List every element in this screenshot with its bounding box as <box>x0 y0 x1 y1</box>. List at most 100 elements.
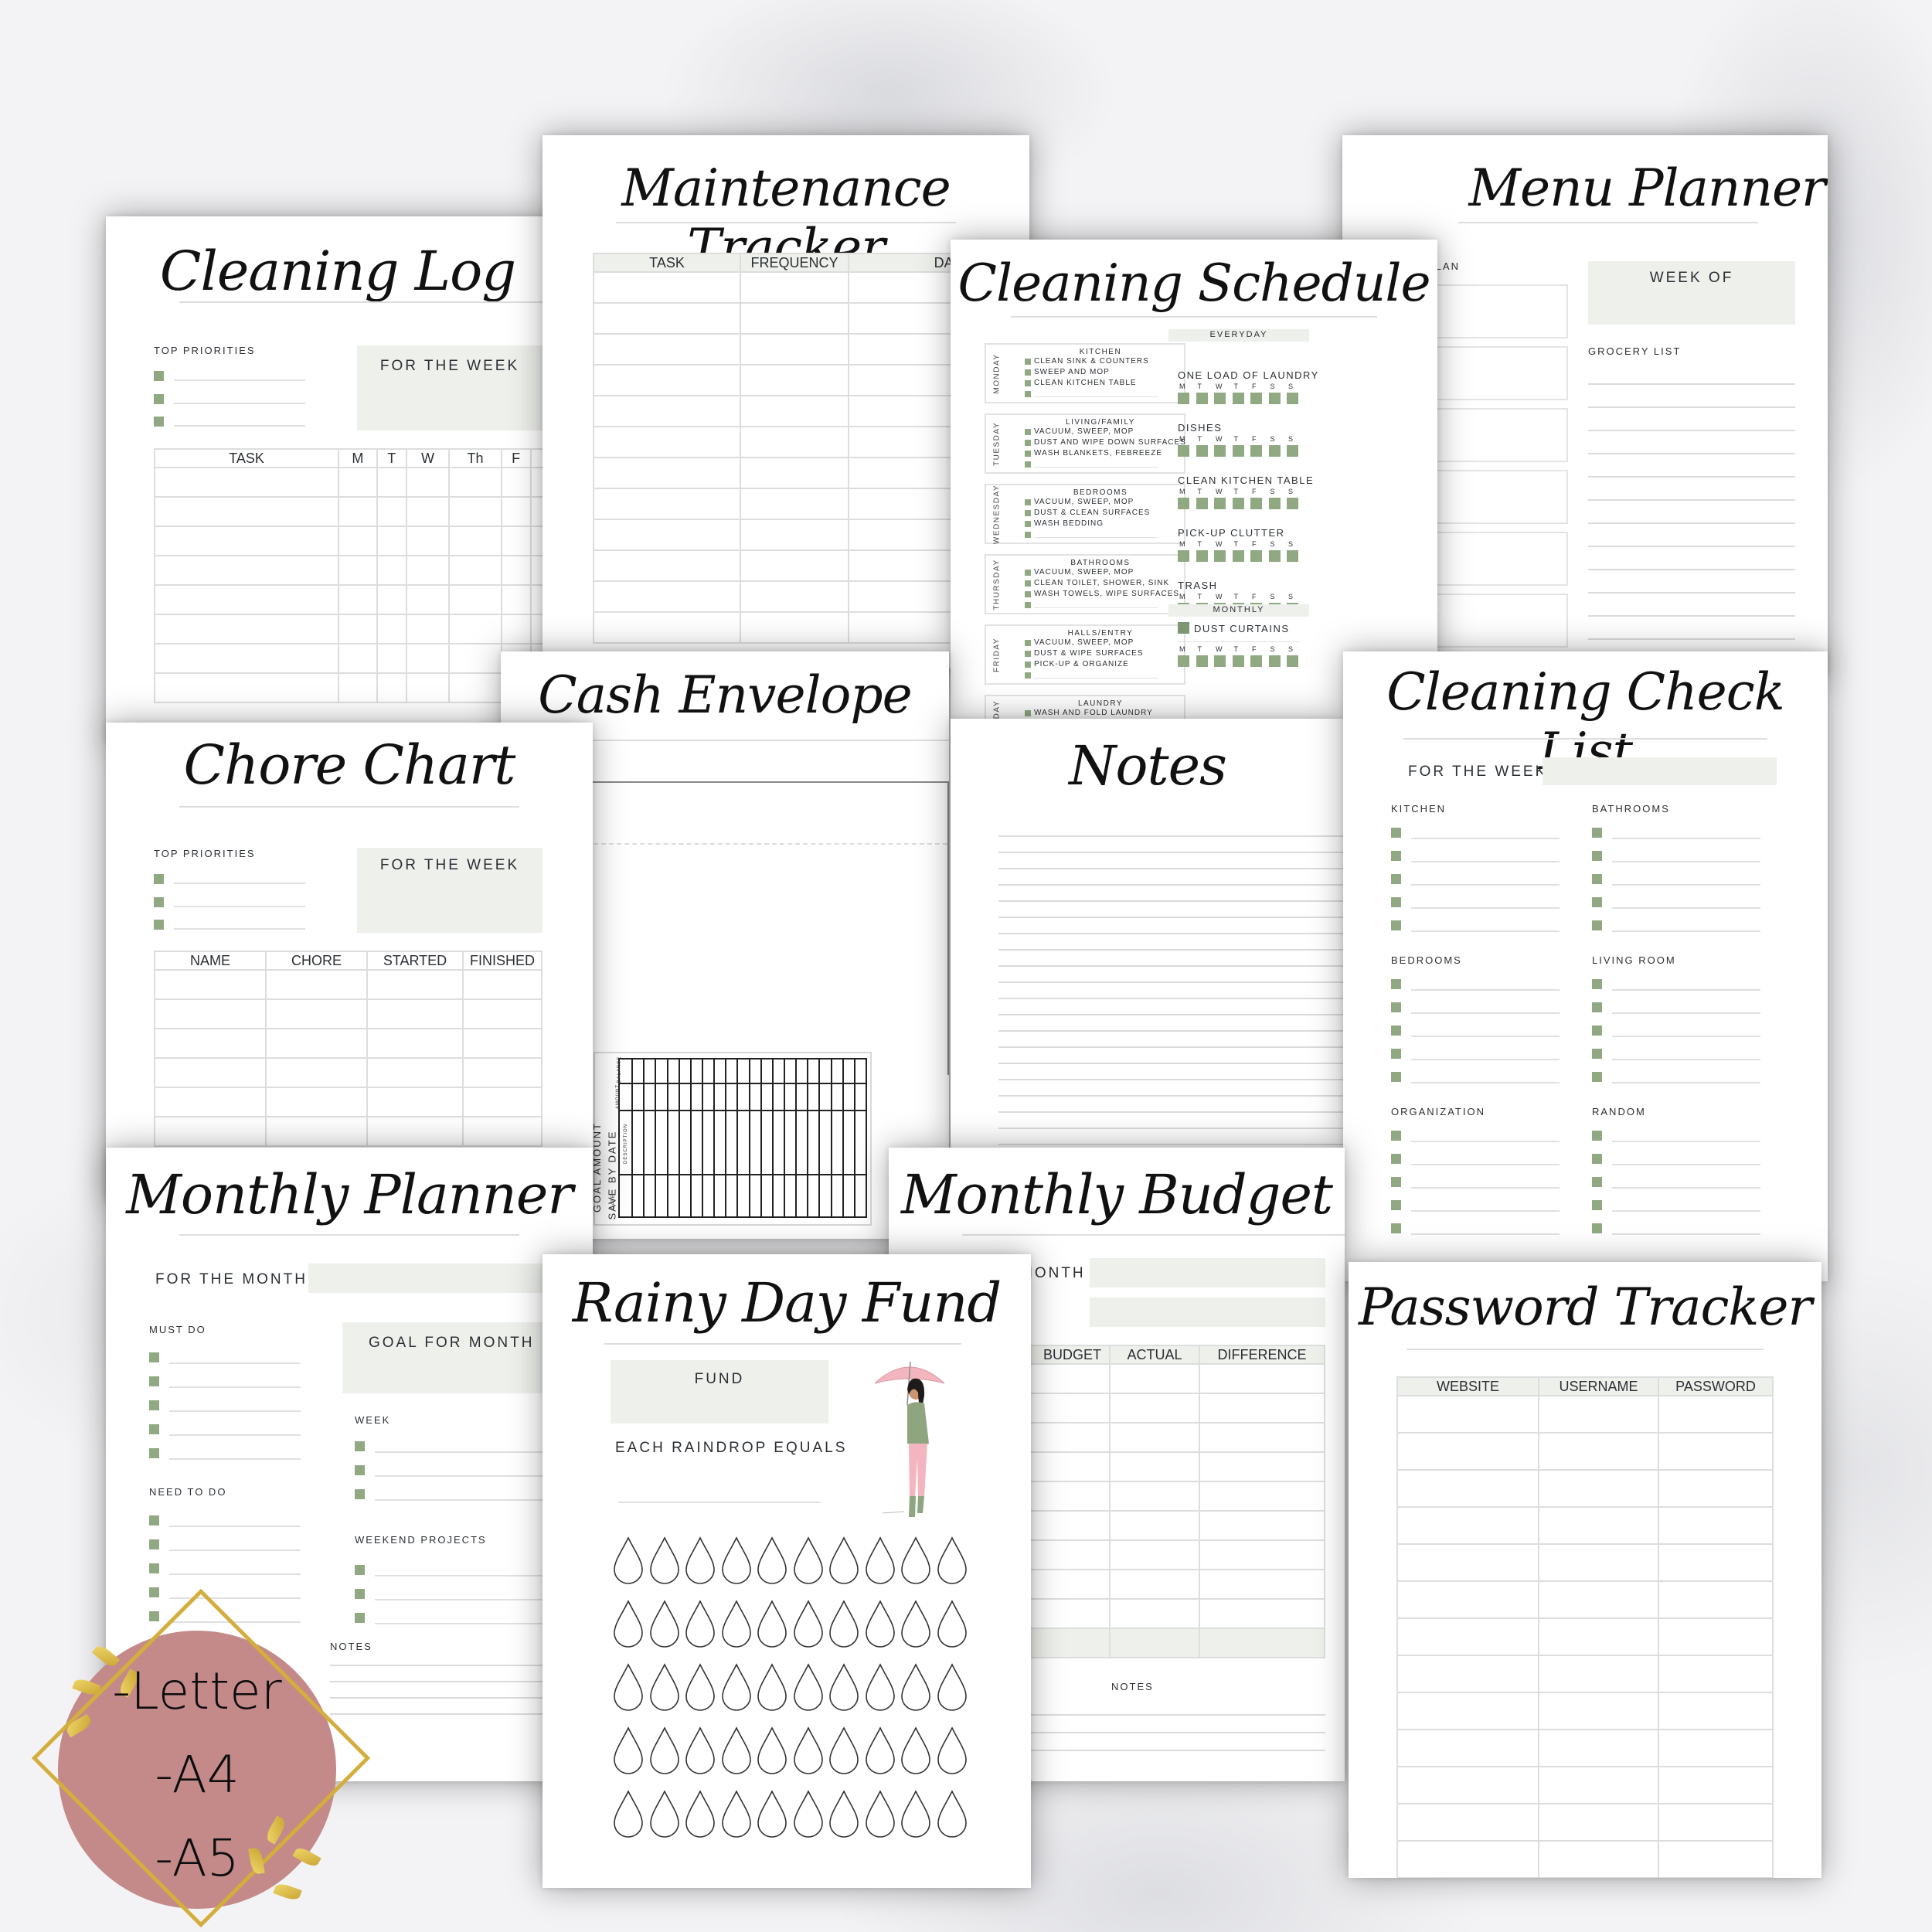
table-cell[interactable] <box>405 496 451 527</box>
raindrop-icon[interactable] <box>756 1600 788 1648</box>
table-cell[interactable] <box>154 1028 267 1059</box>
table-cell[interactable] <box>500 467 532 498</box>
checkbox[interactable] <box>1025 499 1031 505</box>
table-cell[interactable] <box>500 496 532 527</box>
table-cell[interactable] <box>593 457 741 489</box>
raindrop-icon[interactable] <box>900 1726 932 1774</box>
table-cell[interactable] <box>154 496 339 527</box>
table-cell[interactable] <box>740 395 849 427</box>
checkbox[interactable] <box>1214 550 1226 562</box>
table-cell[interactable] <box>376 614 407 645</box>
table-cell[interactable] <box>405 643 451 674</box>
table-cell[interactable] <box>338 467 378 498</box>
checkbox[interactable] <box>1232 498 1244 509</box>
raindrop-icon[interactable] <box>828 1600 860 1648</box>
checkbox[interactable] <box>1592 1026 1602 1036</box>
checkbox[interactable] <box>1592 1177 1602 1187</box>
checkbox[interactable] <box>1592 979 1602 989</box>
raindrop-value-line[interactable] <box>618 1502 821 1503</box>
checkbox[interactable] <box>355 1465 365 1475</box>
checkbox[interactable] <box>1391 851 1401 861</box>
table-cell[interactable] <box>1199 1510 1325 1541</box>
table-cell[interactable] <box>154 526 339 556</box>
table-cell[interactable] <box>1396 1469 1539 1508</box>
checkbox[interactable] <box>1287 393 1298 404</box>
checkbox[interactable] <box>1391 1049 1401 1059</box>
table-cell[interactable] <box>405 467 451 498</box>
checkbox[interactable] <box>149 1611 159 1621</box>
meal-box[interactable] <box>1420 594 1568 648</box>
for-the-week-box[interactable]: FOR THE WEEK <box>357 848 543 933</box>
raindrop-icon[interactable] <box>936 1536 968 1584</box>
envelope-window[interactable] <box>586 781 949 1075</box>
table-cell[interactable] <box>1538 1840 1659 1878</box>
checkbox[interactable] <box>1214 445 1226 457</box>
table-cell[interactable] <box>740 426 849 458</box>
raindrop-icon[interactable] <box>612 1600 645 1648</box>
checkbox[interactable] <box>154 371 164 381</box>
table-cell[interactable] <box>338 672 378 703</box>
table-cell[interactable] <box>1658 1580 1774 1619</box>
table-cell[interactable] <box>366 969 464 1000</box>
table-cell[interactable] <box>740 457 849 489</box>
table-cell[interactable] <box>366 1057 464 1088</box>
checkbox[interactable] <box>1391 897 1401 907</box>
table-cell[interactable] <box>376 526 407 556</box>
table-cell[interactable] <box>1658 1469 1774 1508</box>
checkbox[interactable] <box>1025 429 1031 435</box>
checkbox[interactable] <box>154 897 164 907</box>
checkbox[interactable] <box>1025 451 1031 457</box>
table-cell[interactable] <box>1658 1395 1774 1434</box>
table-cell[interactable] <box>1538 1543 1659 1582</box>
table-cell[interactable] <box>593 364 741 396</box>
checkbox[interactable] <box>154 394 164 404</box>
table-cell[interactable] <box>366 1087 464 1117</box>
table-cell[interactable] <box>1658 1766 1774 1804</box>
table-cell[interactable] <box>376 643 407 674</box>
table-cell[interactable] <box>1396 1617 1539 1656</box>
raindrop-icon[interactable] <box>936 1663 968 1711</box>
table-cell[interactable] <box>1396 1766 1539 1804</box>
raindrop-icon[interactable] <box>828 1663 860 1711</box>
grocery-list-lines[interactable] <box>1588 362 1795 671</box>
checkbox[interactable] <box>355 1489 365 1499</box>
checkbox[interactable] <box>1025 391 1031 397</box>
table-cell[interactable] <box>1396 1543 1539 1582</box>
raindrop-icon[interactable] <box>828 1536 860 1584</box>
table-cell[interactable] <box>500 555 532 586</box>
password-table-body[interactable] <box>1396 1395 1774 1878</box>
checkbox[interactable] <box>1214 655 1226 667</box>
table-cell[interactable] <box>405 526 451 556</box>
checkbox[interactable] <box>1025 591 1031 597</box>
table-cell[interactable] <box>1199 1628 1325 1658</box>
table-cell[interactable] <box>740 580 849 613</box>
raindrop-icon[interactable] <box>792 1790 825 1838</box>
checkbox[interactable] <box>1391 979 1401 989</box>
checkbox[interactable] <box>1025 380 1031 386</box>
raindrop-icon[interactable] <box>684 1536 716 1584</box>
table-cell[interactable] <box>1199 1451 1325 1482</box>
table-cell[interactable] <box>448 555 502 586</box>
table-cell[interactable] <box>1538 1729 1659 1767</box>
raindrop-icon[interactable] <box>720 1600 753 1648</box>
checkbox[interactable] <box>149 1563 159 1573</box>
checkbox[interactable] <box>355 1441 365 1451</box>
table-cell[interactable] <box>740 271 849 304</box>
table-cell[interactable] <box>1199 1539 1325 1570</box>
raindrop-icon[interactable] <box>756 1790 788 1838</box>
table-cell[interactable] <box>1396 1580 1539 1619</box>
income-field[interactable] <box>1090 1298 1325 1327</box>
table-cell[interactable] <box>1658 1617 1774 1656</box>
table-cell[interactable] <box>1658 1543 1774 1582</box>
raindrop-icon[interactable] <box>684 1726 716 1774</box>
raindrop-icon[interactable] <box>648 1600 681 1648</box>
table-cell[interactable] <box>593 426 741 458</box>
table-cell[interactable] <box>1396 1506 1539 1545</box>
table-cell[interactable] <box>154 643 339 674</box>
checkbox[interactable] <box>1178 445 1189 457</box>
table-cell[interactable] <box>1109 1539 1200 1570</box>
table-cell[interactable] <box>265 969 368 1000</box>
table-cell[interactable] <box>740 364 849 396</box>
table-cell[interactable] <box>462 1116 543 1147</box>
table-cell[interactable] <box>1396 1655 1539 1693</box>
